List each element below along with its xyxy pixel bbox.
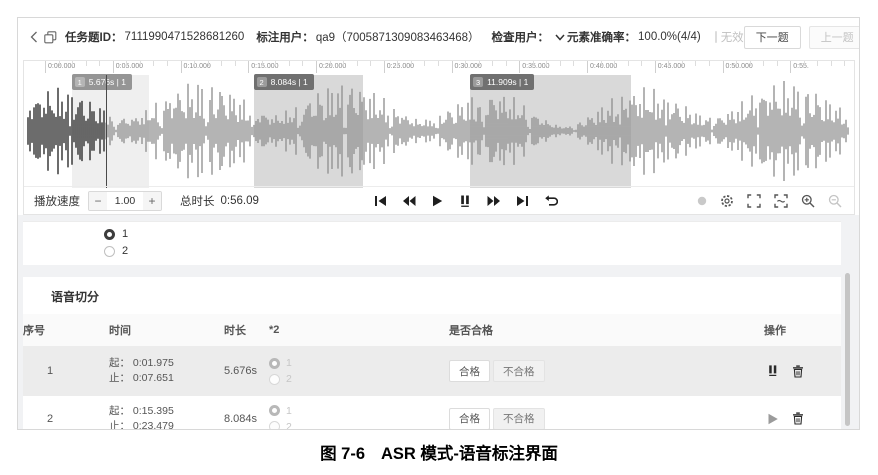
trash-icon[interactable] xyxy=(792,365,804,378)
checker-label: 检查用户： xyxy=(492,29,550,45)
view-controls xyxy=(697,187,842,215)
section-title: 语音切分 xyxy=(23,277,841,314)
segment-badge[interactable]: 311.909s | 1 xyxy=(470,74,534,90)
header-qualified: 是否合格 xyxy=(449,322,764,338)
radio-selected-icon[interactable] xyxy=(269,405,280,416)
row-operations xyxy=(764,365,841,378)
copy-icon[interactable] xyxy=(44,31,57,44)
header-attr: *2 xyxy=(269,324,449,336)
row-no: 2 xyxy=(23,413,109,425)
radio-unselected-icon[interactable] xyxy=(269,374,280,385)
replay-icon[interactable] xyxy=(544,195,558,208)
time-ruler[interactable]: 0:00.0000:05.0000:10.0000:15.0000:20.000… xyxy=(24,61,854,75)
pause-icon[interactable] xyxy=(767,365,779,377)
row-time: 起： 0:15.395 止： 0:23.479 xyxy=(109,404,224,431)
speed-plus-button[interactable]: + xyxy=(143,192,161,210)
radio-option-1[interactable]: 1 xyxy=(104,228,128,240)
table-row[interactable]: 1 起： 0:01.975 止： 0:07.651 5.676s 1 2 xyxy=(23,346,841,396)
row-time: 起： 0:01.975 止： 0:07.651 xyxy=(109,356,224,386)
playback-controls: 播放速度 − 1.00 + 总时长 0:56.09 xyxy=(24,186,854,214)
qualify-buttons: 合格 不合格 xyxy=(449,408,764,430)
figure-caption: 图 7-6ASR 模式-语音标注界面 xyxy=(0,440,878,464)
playhead-cursor[interactable] xyxy=(106,75,107,188)
waveform-panel: 0:00.0000:05.0000:10.0000:15.0000:20.000… xyxy=(23,60,855,215)
invalid-checkbox[interactable] xyxy=(715,31,717,43)
speed-minus-button[interactable]: − xyxy=(89,192,107,210)
waveform[interactable] xyxy=(24,75,854,188)
pause-icon[interactable] xyxy=(458,195,472,208)
play-icon[interactable] xyxy=(431,195,443,207)
qualify-buttons: 合格 不合格 xyxy=(449,360,764,382)
row-duration: 8.084s xyxy=(224,413,269,425)
radio-selected-icon[interactable] xyxy=(104,229,115,240)
lower-scroll-region: 1 2 语音切分 序号 时间 时长 *2 是否合格 操作 1 xyxy=(18,215,859,429)
radio-option-1[interactable]: 1 xyxy=(269,405,449,417)
accuracy-label: 元素准确率： xyxy=(567,29,636,45)
radio-option-2[interactable]: 2 xyxy=(104,245,128,257)
skip-start-icon[interactable] xyxy=(374,195,387,207)
row-operations xyxy=(764,412,841,425)
attribute-panel: 1 2 xyxy=(23,221,841,265)
settings-gear-icon[interactable] xyxy=(720,194,734,208)
row-pass-button[interactable]: 合格 xyxy=(449,360,490,382)
row-no: 1 xyxy=(23,365,109,377)
task-id-value: 7111990471528681260 xyxy=(125,31,245,43)
row-attr-radios: 1 2 xyxy=(269,357,449,385)
trash-icon[interactable] xyxy=(792,412,804,425)
total-duration-label: 总时长 xyxy=(180,193,215,209)
top-bar: 任务题ID： 7111990471528681260 标注用户： qa9（700… xyxy=(18,18,859,56)
task-id-label: 任务题ID： xyxy=(65,29,123,45)
skip-end-icon[interactable] xyxy=(516,195,529,207)
segment-badge[interactable]: 28.084s | 1 xyxy=(254,74,314,90)
transport-controls xyxy=(374,187,558,215)
table-row[interactable]: 2 起： 0:15.395 止： 0:23.479 8.084s 1 2 xyxy=(23,396,841,430)
row-duration: 5.676s xyxy=(224,365,269,377)
speed-label: 播放速度 xyxy=(34,193,80,209)
segment-badge[interactable]: 15.676s | 1 xyxy=(72,74,132,90)
fullscreen-icon[interactable] xyxy=(747,194,761,208)
radio-option-label: 1 xyxy=(122,228,128,240)
chevron-down-icon[interactable] xyxy=(555,34,565,41)
radio-option-2[interactable]: 2 xyxy=(269,421,449,431)
segment-badge-row: 15.676s | 1 28.084s | 1 311.909s | 1 xyxy=(24,74,854,90)
zoom-in-icon[interactable] xyxy=(801,194,815,208)
speed-stepper: − 1.00 + xyxy=(88,191,162,211)
header-operations: 操作 xyxy=(764,322,841,338)
prev-question-button[interactable]: 上一题 xyxy=(809,26,860,49)
radio-option-1[interactable]: 1 xyxy=(269,357,449,369)
screenshot-frame: 任务题ID： 7111990471528681260 标注用户： qa9（700… xyxy=(17,17,860,430)
annotator-value: qa9（7005871309083463468） xyxy=(316,29,480,45)
speed-value: 1.00 xyxy=(107,195,143,207)
back-chevron-icon[interactable] xyxy=(30,31,38,43)
table-header-row: 序号 时间 时长 *2 是否合格 操作 xyxy=(23,314,841,346)
radio-unselected-icon[interactable] xyxy=(269,421,280,430)
total-duration-value: 0:56.09 xyxy=(221,195,259,207)
header-time: 时间 xyxy=(109,322,224,338)
play-icon[interactable] xyxy=(767,413,779,425)
next-question-button[interactable]: 下一题 xyxy=(744,26,801,49)
row-fail-button[interactable]: 不合格 xyxy=(493,360,545,382)
row-pass-button[interactable]: 合格 xyxy=(449,408,490,430)
fast-forward-icon[interactable] xyxy=(487,195,501,207)
annotator-label: 标注用户： xyxy=(256,29,314,45)
radio-unselected-icon[interactable] xyxy=(104,246,115,257)
speech-segment-card: 语音切分 序号 时间 时长 *2 是否合格 操作 1 起： 0:01.975 止… xyxy=(23,277,841,430)
header-duration: 时长 xyxy=(224,322,269,338)
invalid-label: 无效 xyxy=(721,29,744,45)
rewind-icon[interactable] xyxy=(402,195,416,207)
vertical-scrollbar[interactable] xyxy=(845,273,850,426)
record-dot-icon[interactable] xyxy=(697,196,707,206)
row-fail-button[interactable]: 不合格 xyxy=(493,408,545,430)
radio-option-label: 2 xyxy=(122,245,128,257)
accuracy-value: 100.0%(4/4) xyxy=(638,31,701,43)
radio-selected-icon[interactable] xyxy=(269,358,280,369)
attribute-radio-group: 1 2 xyxy=(104,228,128,257)
zoom-out-icon[interactable] xyxy=(828,194,842,208)
radio-option-2[interactable]: 2 xyxy=(269,373,449,385)
header-no: 序号 xyxy=(23,322,109,338)
row-attr-radios: 1 2 xyxy=(269,405,449,431)
fit-waveform-icon[interactable] xyxy=(774,194,788,208)
